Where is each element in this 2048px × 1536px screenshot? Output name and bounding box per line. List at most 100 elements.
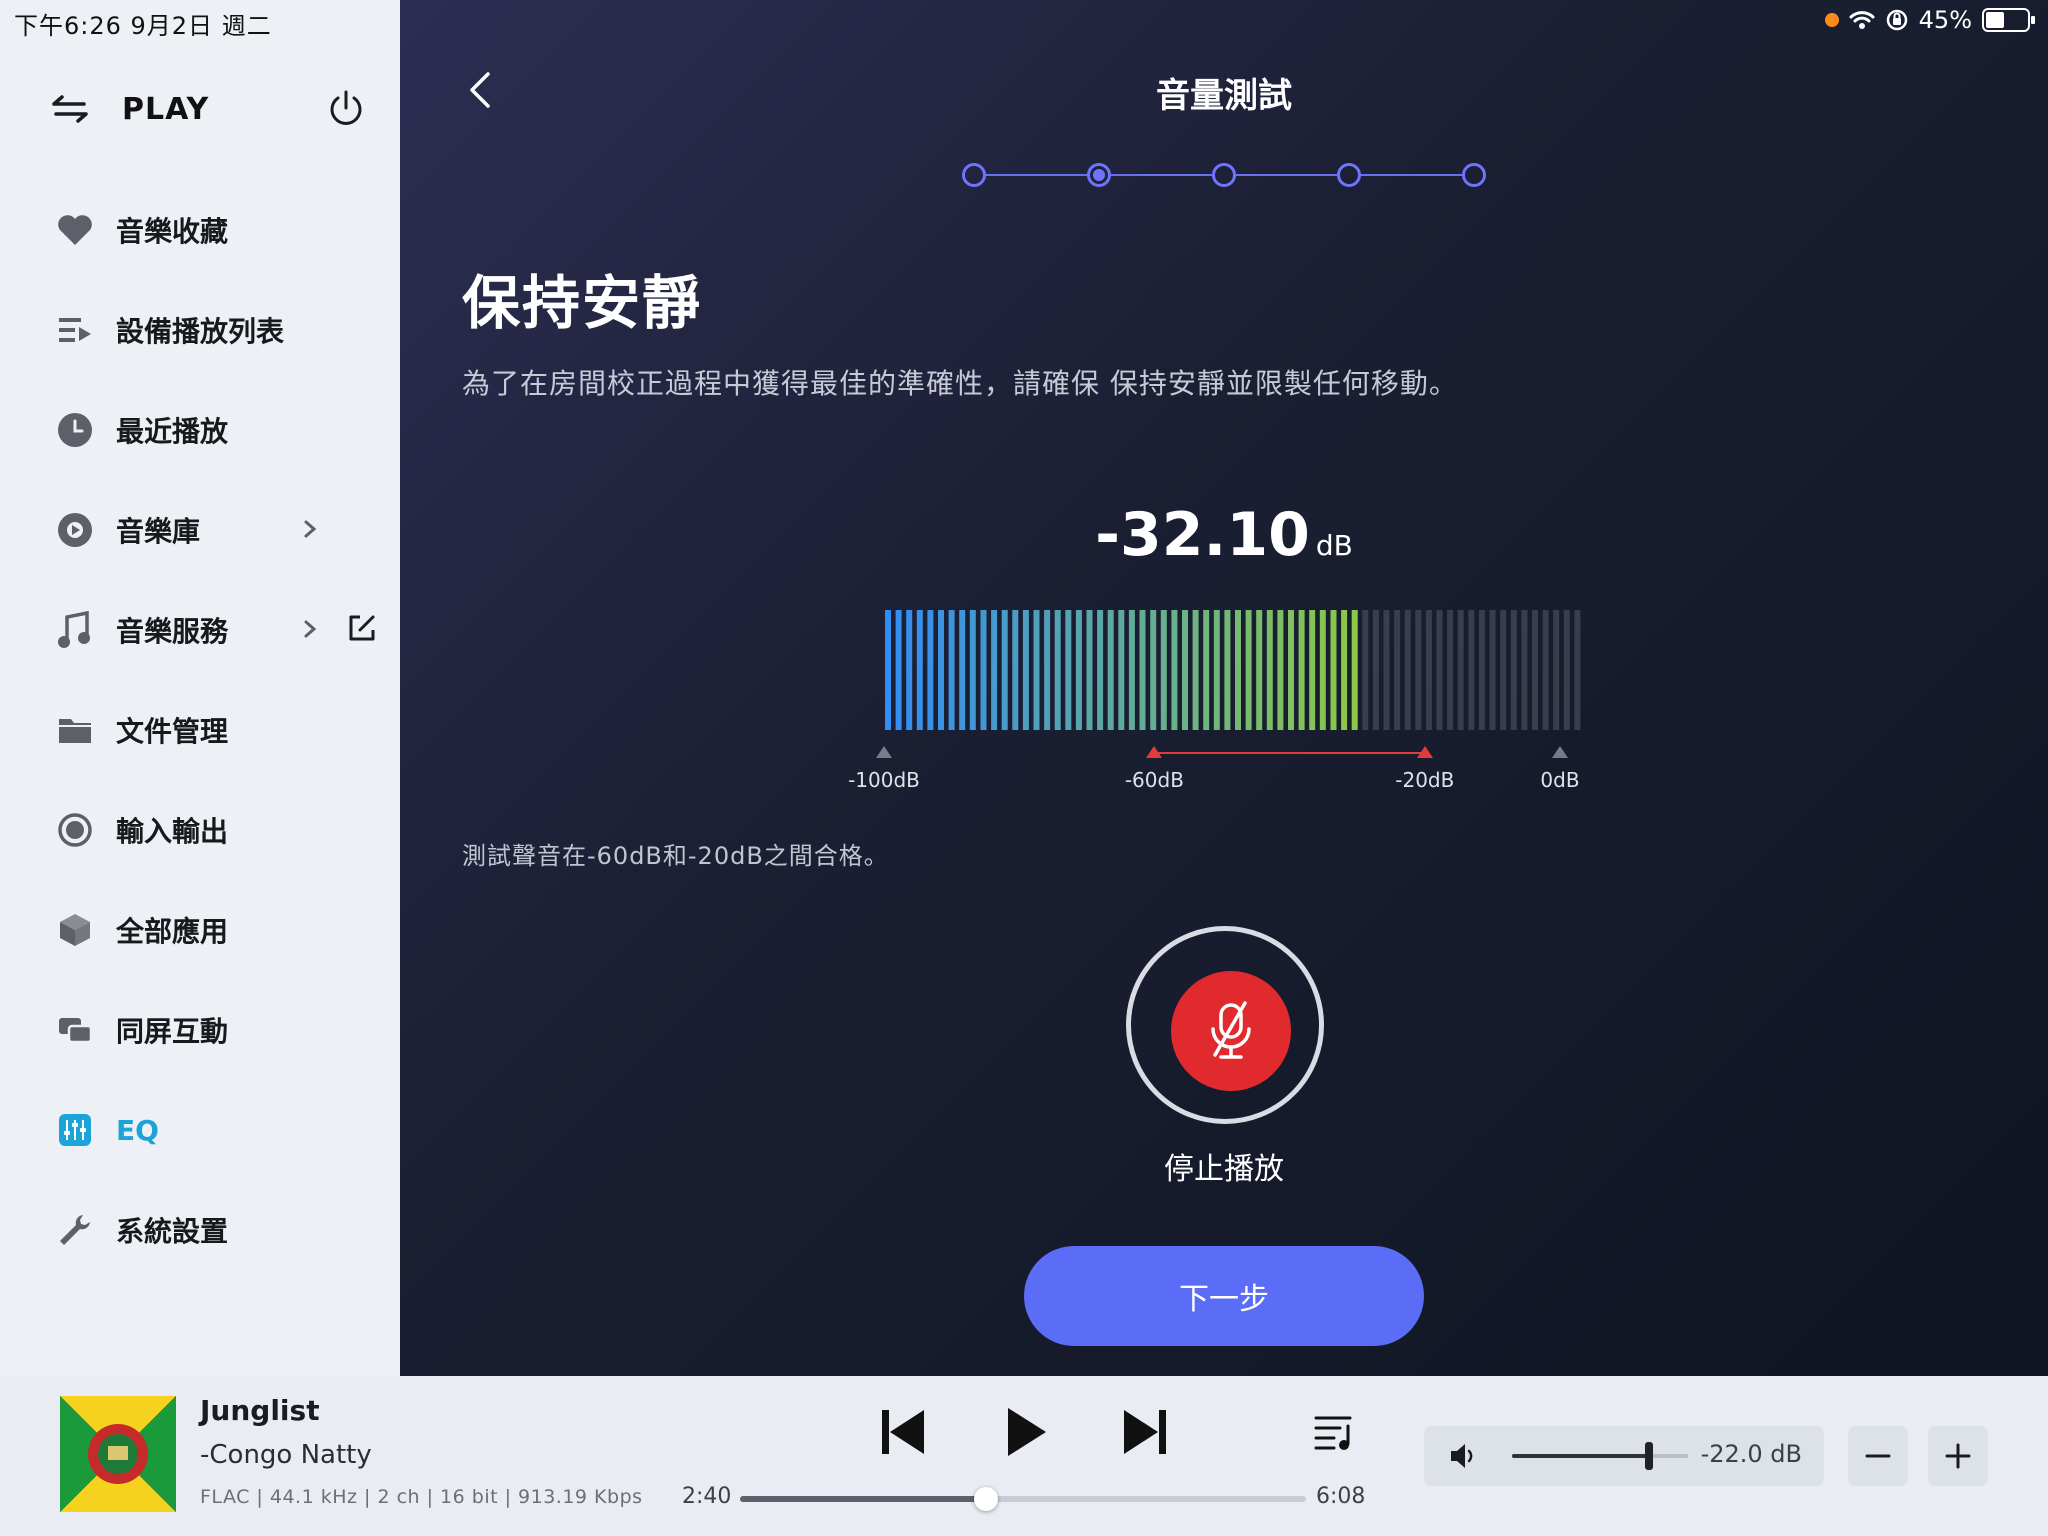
meter-bar (1532, 610, 1538, 730)
sidebar-item-device-playlist[interactable]: 設備播放列表 (56, 280, 386, 380)
progress-fill (740, 1496, 987, 1502)
sidebar-item-label: 最近播放 (116, 415, 229, 448)
record-button-ring[interactable] (1126, 926, 1324, 1124)
meter-bar (1415, 610, 1422, 730)
sidebar-item-label: 系統設置 (116, 1215, 229, 1248)
meter-bar (1394, 610, 1401, 730)
meter-bar (1330, 610, 1337, 730)
track-title[interactable]: Junglist (200, 1394, 320, 1427)
sidebar-item-label: EQ (116, 1113, 159, 1147)
db-readout: -32.10 dB (400, 500, 2048, 570)
meter-bar (1033, 610, 1040, 730)
power-icon[interactable] (326, 88, 366, 128)
meter-bar (1404, 610, 1411, 730)
meter-bar (1362, 610, 1369, 730)
chevron-right-icon[interactable] (300, 614, 320, 644)
album-cover[interactable] (60, 1396, 176, 1512)
track-format-info: FLAC | 44.1 kHz | 2 ch | 16 bit | 913.19… (200, 1486, 643, 1508)
meter-bar (916, 610, 923, 730)
meter-bar (1182, 610, 1188, 730)
battery-icon (1982, 8, 2035, 32)
meter-bar (959, 610, 966, 730)
clock-icon (56, 411, 94, 449)
previous-track-icon[interactable] (876, 1404, 932, 1460)
meter-bar (1139, 610, 1146, 730)
meter-bar (980, 610, 987, 730)
edit-icon[interactable] (346, 612, 378, 644)
meter-bar (1213, 610, 1220, 730)
swap-arrows-icon[interactable] (50, 94, 90, 124)
volume-control: -22.0 dB (1424, 1426, 1824, 1486)
meter-bar (1341, 610, 1348, 730)
next-track-icon[interactable] (1116, 1404, 1172, 1460)
meter-bar (1351, 610, 1358, 730)
meter-bar (1309, 610, 1316, 730)
sidebar-item-input-output[interactable]: 輸入輸出 (56, 780, 386, 880)
meter-bar (1203, 610, 1210, 730)
meter-bar (1563, 610, 1570, 730)
meter-bar (938, 610, 944, 730)
meter-bar (991, 610, 998, 730)
meter-bar (969, 610, 976, 730)
meter-bar (1235, 610, 1241, 730)
stop-recording-button[interactable] (1171, 971, 1291, 1091)
sidebar-nav: 音樂收藏 設備播放列表 最近播放 音樂庫 音樂服務 文件管理 輸入輸出 全部應用… (56, 180, 386, 1280)
volume-up-button[interactable] (1928, 1426, 1988, 1486)
volume-handle[interactable] (1645, 1442, 1654, 1470)
chevron-right-icon[interactable] (300, 514, 320, 544)
sidebar-item-screen-share[interactable]: 同屏互動 (56, 980, 386, 1080)
battery-tip (2031, 16, 2035, 24)
instruction-heading: 保持安靜 (462, 269, 703, 337)
screens-icon (56, 1011, 94, 1049)
rotation-lock-icon (1886, 9, 1907, 31)
meter-bar (1436, 610, 1443, 730)
meter-bar (1468, 610, 1475, 730)
step-dot (1212, 163, 1236, 187)
meter-bar (1150, 610, 1157, 730)
mic-off-icon (1211, 1001, 1251, 1059)
next-step-button[interactable]: 下一步 (1024, 1246, 1424, 1346)
meter-bar (1372, 610, 1379, 730)
meter-bar (1128, 610, 1135, 730)
pass-criteria-note: 測試聲音在-60dB和-20dB之間合格。 (462, 842, 889, 870)
sidebar-item-all-apps[interactable]: 全部應用 (56, 880, 386, 980)
playlist-icon (56, 311, 94, 349)
sidebar-item-settings[interactable]: 系統設置 (56, 1180, 386, 1280)
sidebar-item-music-services[interactable]: 音樂服務 (56, 580, 386, 680)
sidebar-item-library[interactable]: 音樂庫 (56, 480, 386, 580)
eq-icon (56, 1111, 94, 1149)
plus-icon (1945, 1443, 1971, 1469)
privacy-dot-icon (1824, 13, 1839, 27)
playback-progress-bar[interactable] (740, 1487, 1306, 1511)
sidebar-item-recent[interactable]: 最近播放 (56, 380, 386, 480)
sidebar-item-label: 同屏互動 (116, 1015, 229, 1048)
queue-icon[interactable] (1312, 1412, 1356, 1452)
meter-bar (1425, 610, 1432, 730)
meter-bar (1118, 610, 1125, 730)
pass-range-line (1154, 752, 1425, 754)
meter-bar (1574, 610, 1581, 730)
cube-icon (56, 911, 94, 949)
step-connector (1361, 174, 1462, 176)
track-artist[interactable]: -Congo Natty (200, 1440, 372, 1470)
meter-bar (1086, 610, 1093, 730)
progress-handle[interactable] (974, 1487, 999, 1511)
meter-bar (1001, 610, 1008, 730)
sidebar-item-favorites[interactable]: 音樂收藏 (56, 180, 386, 280)
time-elapsed: 2:40 (682, 1484, 732, 1509)
sidebar-item-eq[interactable]: EQ (56, 1080, 386, 1180)
meter-bar (1510, 610, 1517, 730)
sidebar-item-file-manager[interactable]: 文件管理 (56, 680, 386, 780)
meter-bar (1044, 610, 1051, 730)
volume-down-button[interactable] (1848, 1426, 1908, 1486)
speaker-icon[interactable] (1448, 1440, 1480, 1472)
volume-slider[interactable] (1512, 1442, 1688, 1470)
brand-row: PLAY (50, 86, 366, 136)
meter-bar (1500, 610, 1507, 730)
meter-bar (1383, 610, 1390, 730)
play-icon[interactable] (998, 1404, 1054, 1460)
sidebar-item-label: 音樂收藏 (116, 215, 229, 248)
scale-marker-icon (1416, 746, 1433, 758)
meter-bar (1478, 610, 1485, 730)
disc-icon (56, 511, 94, 549)
